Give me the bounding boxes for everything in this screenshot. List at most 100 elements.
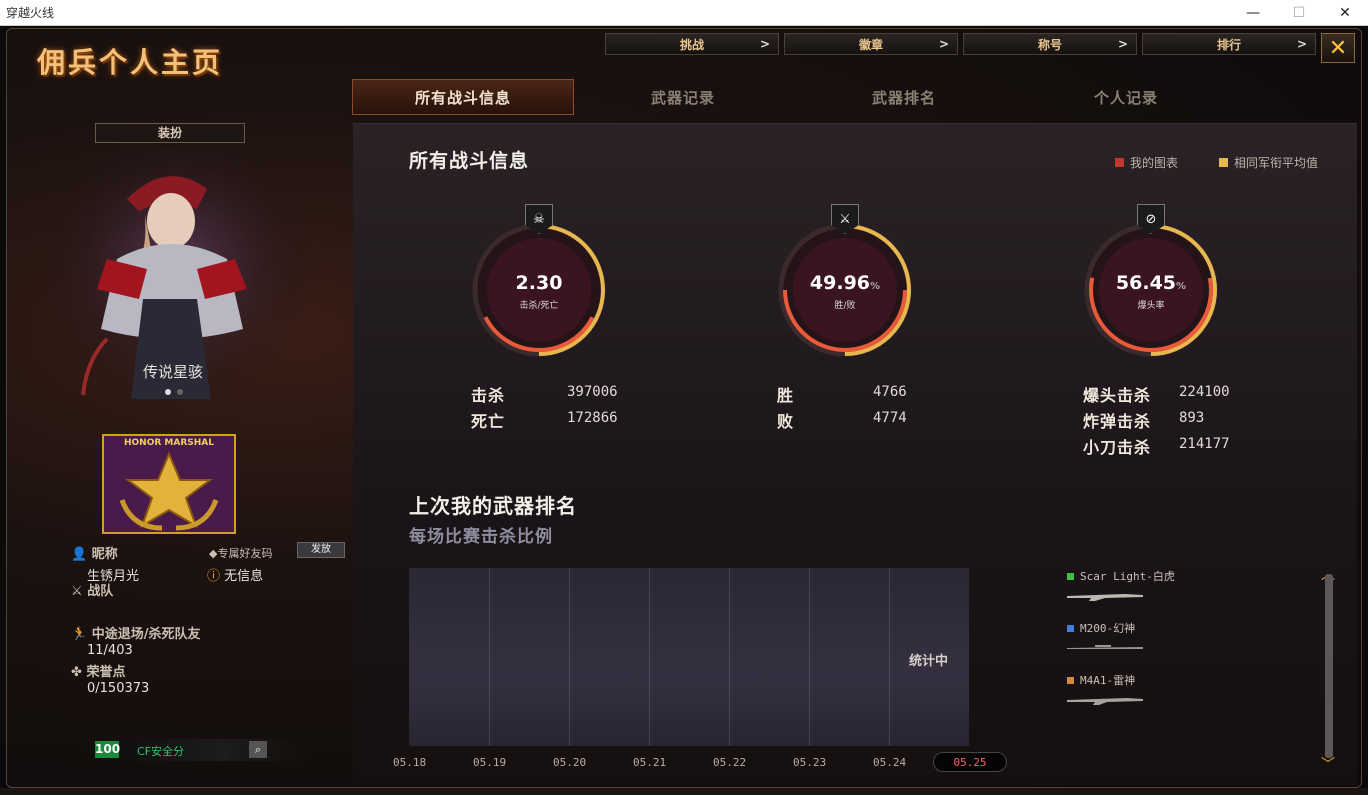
date-tick[interactable]: 05.21	[633, 756, 666, 769]
weapon-swatch	[1067, 676, 1074, 684]
topnav-challenge[interactable]: 挑战 >	[605, 33, 779, 55]
chart-gridline	[729, 568, 730, 746]
safety-label: CF安全分	[137, 745, 185, 758]
sniper-icon	[1067, 645, 1143, 649]
kill-ratio-chart	[409, 568, 969, 746]
quit-label: 🏃 中途退场/杀死队友	[71, 627, 201, 642]
chart-gridline	[889, 568, 890, 746]
window-title: 穿越火线	[6, 6, 55, 20]
gauge-caption: 击杀/死亡	[519, 301, 559, 311]
weapon-rank-title: 上次我的武器排名	[409, 494, 577, 518]
tab-weapon-records[interactable]: 武器记录	[572, 79, 794, 115]
friend-code-label: ◆专属好友码	[209, 547, 273, 560]
gauge-caption: 胜/败	[834, 301, 856, 311]
topnav-label: 挑战	[679, 37, 704, 52]
user-icon: 👤	[71, 547, 88, 562]
honor-label: ✤ 荣誉点	[71, 665, 126, 680]
tab-all-battle-info[interactable]: 所有战斗信息	[352, 79, 574, 115]
weapon-legend-item: M4A1-雷神	[1067, 672, 1135, 688]
chevron-right-icon: >	[938, 37, 949, 51]
deaths-label: 死亡	[471, 412, 506, 431]
losses-label: 败	[777, 412, 795, 431]
window-close-button[interactable]: ✕	[1322, 0, 1368, 26]
date-tick[interactable]: 05.19	[473, 756, 506, 769]
minimize-button[interactable]: —	[1230, 0, 1276, 26]
scrollbar[interactable]	[1325, 574, 1333, 758]
star-emblem-icon	[119, 451, 219, 531]
nickname-label: 👤 昵称	[71, 547, 118, 562]
gauge-win-rate: ⚔ 49.96% 胜/败	[775, 204, 915, 360]
weapon-rank-subtitle: 每场比赛击杀比例	[409, 527, 553, 547]
chart-gridline	[649, 568, 650, 746]
wins-label: 胜	[777, 386, 795, 405]
kills-value: 397006	[567, 384, 618, 400]
chevron-right-icon: >	[759, 37, 770, 51]
carousel-dot[interactable]	[177, 389, 183, 395]
tab-personal-records[interactable]: 个人记录	[1015, 79, 1237, 115]
topnav-label: 称号	[1037, 37, 1062, 52]
legend-my-chart: 我的图表	[1115, 154, 1178, 171]
date-tick[interactable]: 05.22	[713, 756, 746, 769]
running-icon: 🏃	[71, 627, 88, 642]
safety-bar: 100 CF安全分 ⌕	[95, 739, 307, 761]
maximize-button[interactable]: ☐	[1276, 0, 1322, 26]
wins-value: 4766	[873, 384, 907, 400]
chart-gridline	[489, 568, 490, 746]
deaths-value: 172866	[567, 410, 618, 426]
knife-kills-value: 214177	[1179, 436, 1230, 452]
chevron-right-icon: >	[1117, 37, 1128, 51]
date-tick[interactable]: 05.20	[553, 756, 586, 769]
tab-weapon-ranking[interactable]: 武器排名	[793, 79, 1015, 115]
weapon-swatch	[1067, 572, 1074, 580]
friend-code-value: ⓘ 无信息	[207, 569, 264, 584]
rank-badge: HONOR MARSHAL	[102, 434, 236, 534]
gauge-caption: 爆头率	[1137, 301, 1165, 311]
carousel-dot[interactable]	[165, 389, 171, 395]
character-name: 传说星骇	[143, 363, 204, 381]
chart-status: 统计中	[909, 654, 949, 669]
mercenary-profile-panel: 佣兵个人主页 挑战 > 徽章 > 称号 > 排行 > ✕ 所有战斗信息 武器记录 武器排…	[6, 28, 1362, 788]
topnav-badge[interactable]: 徽章 >	[784, 33, 958, 55]
battle-info-title: 所有战斗信息	[409, 150, 530, 172]
date-tick[interactable]: 05.23	[793, 756, 826, 769]
grenade-kills-value: 893	[1179, 410, 1205, 426]
chart-gridline	[569, 568, 570, 746]
topnav-label: 排行	[1216, 37, 1241, 52]
close-icon[interactable]: ✕	[1321, 33, 1355, 63]
outfit-button[interactable]: 装扮	[95, 123, 245, 143]
issue-friend-code-button[interactable]: 发放	[297, 542, 345, 558]
topnav-ranking[interactable]: 排行 >	[1142, 33, 1316, 55]
headshot-kills-label: 爆头击杀	[1083, 386, 1152, 405]
quit-value: 11/403	[87, 643, 133, 658]
legend-swatch	[1115, 158, 1124, 167]
gauge-value: 2.30	[515, 272, 563, 294]
date-tick[interactable]: 05.24	[873, 756, 906, 769]
battle-info-panel: 所有战斗信息 我的图表 相同军衔平均值 ☠ 2.30 击杀/死亡 ⚔ 49.96…	[353, 123, 1357, 785]
legend-rank-average: 相同军衔平均值	[1219, 154, 1318, 171]
bottom-edge	[0, 788, 1368, 795]
date-tick[interactable]: 05.18	[393, 756, 426, 769]
honor-value: 0/150373	[87, 681, 150, 696]
date-tick-selected[interactable]: 05.25	[933, 752, 1007, 772]
gauge-headshot-rate: ⊘ 56.45% 爆头率	[1081, 204, 1221, 360]
legend-swatch	[1219, 158, 1228, 167]
chevron-right-icon: >	[1296, 37, 1307, 51]
window-titlebar: 穿越火线 — ☐ ✕	[0, 0, 1368, 26]
weapon-legend-item: M200-幻神	[1067, 620, 1135, 636]
team-label: ⚔ 战队	[71, 584, 114, 599]
page-title: 佣兵个人主页	[37, 46, 224, 79]
weapon-swatch	[1067, 624, 1074, 632]
team-icon: ⚔	[71, 584, 83, 599]
chart-gridline	[809, 568, 810, 746]
gauge-kd: ☠ 2.30 击杀/死亡	[469, 204, 609, 360]
gauge-value: 49.96%	[809, 272, 881, 294]
kills-label: 击杀	[471, 386, 506, 405]
safety-score: 100	[95, 741, 121, 758]
rank-badge-text: HONOR MARSHAL	[124, 438, 214, 448]
search-icon[interactable]: ⌕	[249, 741, 267, 758]
scroll-down-icon[interactable]: ﹀	[1321, 754, 1335, 774]
question-icon: ⓘ	[207, 569, 221, 584]
losses-value: 4774	[873, 410, 907, 426]
topnav-title[interactable]: 称号 >	[963, 33, 1137, 55]
grenade-kills-label: 炸弹击杀	[1083, 412, 1152, 431]
